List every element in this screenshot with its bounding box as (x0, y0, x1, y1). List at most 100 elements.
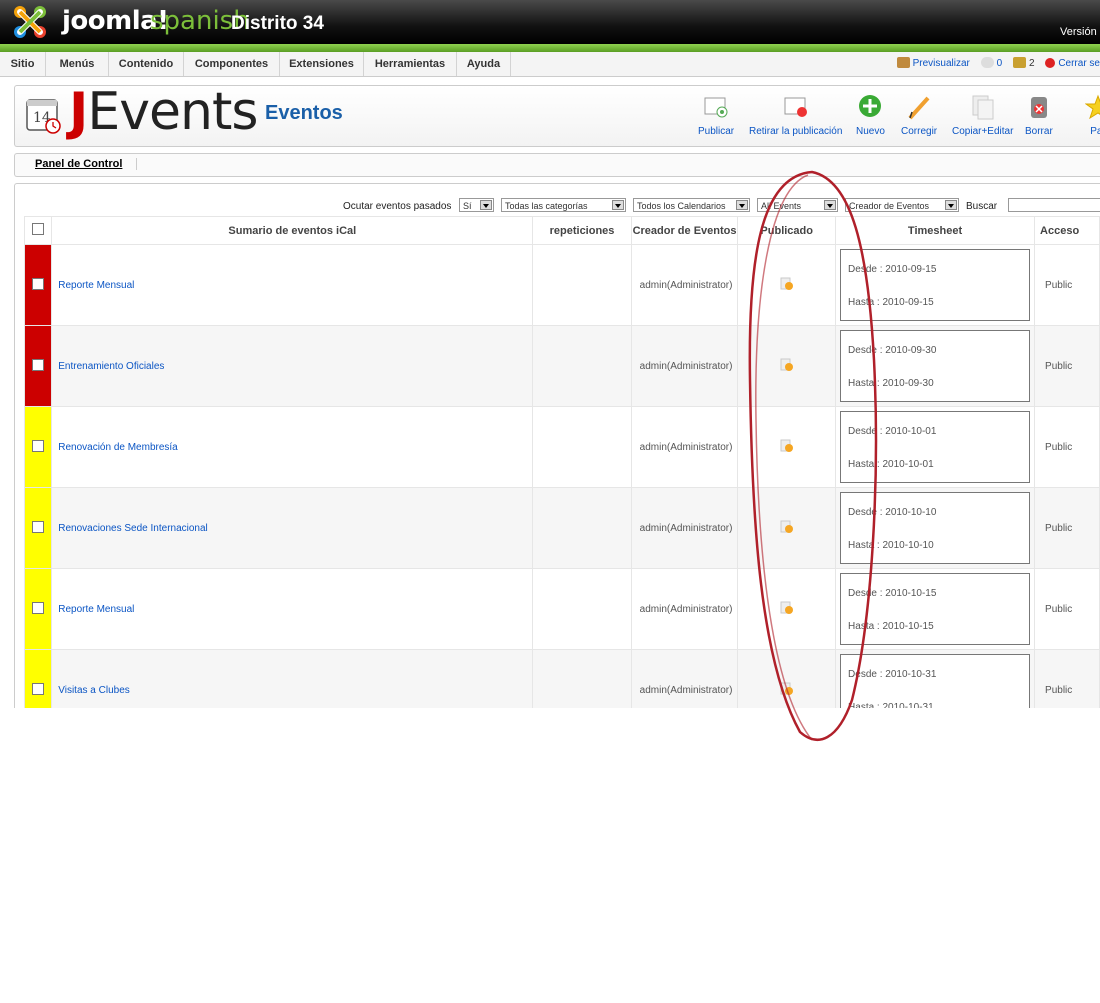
menu-site[interactable]: Sitio (0, 52, 46, 76)
table-row: Reporte Mensual admin(Administrator) Des… (23, 568, 1100, 650)
category-select[interactable]: Todas las categorías (501, 198, 626, 212)
col-repeats[interactable]: repeticiones (532, 216, 632, 245)
menu-menus[interactable]: Menús (46, 52, 109, 76)
access-cell[interactable]: Public (1034, 325, 1100, 407)
sub-navigation: Panel de Control (14, 153, 1100, 177)
menu-components[interactable]: Componentes (184, 52, 280, 76)
timesheet-cell: Desde : 2010-09-30 Hasta : 2010-09-30 (835, 325, 1036, 407)
row-checkbox[interactable] (32, 358, 45, 371)
creator-select[interactable]: Creador de Eventos (845, 198, 959, 212)
col-timesheet[interactable]: Timesheet (835, 216, 1036, 245)
published-cell (737, 244, 837, 326)
filter-bar: Ocutar eventos pasados Sí Todas las cate… (0, 198, 1100, 216)
timesheet-cell: Desde : 2010-10-10 Hasta : 2010-10-10 (835, 487, 1036, 569)
table-row: Reporte Mensual admin(Administrator) Des… (23, 244, 1100, 326)
col-access[interactable]: Acceso (1034, 216, 1100, 245)
control-panel-link[interactable]: Panel de Control (35, 158, 138, 170)
timesheet-from: Desde : 2010-10-01 (848, 426, 937, 437)
access-cell[interactable]: Public (1034, 568, 1100, 650)
published-cell (737, 406, 837, 488)
unpublished-status-icon[interactable] (780, 520, 794, 534)
col-published[interactable]: Publicado (737, 216, 837, 245)
menu-tools[interactable]: Herramientas (364, 52, 457, 76)
menu-content[interactable]: Contenido (109, 52, 184, 76)
unpublished-status-icon[interactable] (780, 439, 794, 453)
plus-icon (857, 94, 883, 120)
repeats-cell (532, 487, 632, 569)
event-title-link[interactable]: Visitas a Clubes (51, 649, 534, 708)
unpublish-icon (783, 94, 809, 120)
messages-link[interactable]: 0 (980, 52, 1002, 76)
delete-button[interactable]: Borrar (1025, 94, 1053, 137)
event-title-link[interactable]: Renovaciones Sede Internacional (51, 487, 534, 569)
event-title-link[interactable]: Renovación de Membresía (51, 406, 534, 488)
row-checkbox[interactable] (32, 601, 45, 614)
event-title-link[interactable]: Reporte Mensual (51, 568, 534, 650)
access-cell[interactable]: Public (1034, 244, 1100, 326)
chevron-down-icon (824, 200, 836, 210)
new-button[interactable]: Nuevo (856, 94, 885, 137)
row-checkbox[interactable] (32, 439, 45, 452)
event-title-link[interactable]: Entrenamiento Oficiales (51, 325, 534, 407)
repeats-cell (532, 406, 632, 488)
creator-cell: admin(Administrator) (630, 406, 739, 488)
publish-button[interactable]: Publicar (698, 94, 734, 137)
hide-past-label: Ocutar eventos pasados (343, 201, 452, 212)
copy-edit-button[interactable]: Copiar+Editar (952, 94, 1013, 137)
table-row: Visitas a Clubes admin(Administrator) De… (23, 649, 1100, 708)
hide-past-select[interactable]: Sí (459, 198, 494, 212)
timesheet-from: Desde : 2010-09-15 (848, 264, 937, 275)
unpublished-status-icon[interactable] (780, 358, 794, 372)
select-all-checkbox[interactable] (32, 223, 45, 235)
preview-link[interactable]: Previsualizar (896, 52, 970, 76)
row-checkbox[interactable] (32, 682, 45, 695)
access-cell[interactable]: Public (1034, 487, 1100, 569)
admin-header: joomla! spanish Distrito 34 Versión (0, 0, 1100, 44)
col-summary[interactable]: Sumario de eventos iCal (51, 216, 534, 245)
timesheet-from: Desde : 2010-10-15 (848, 588, 937, 599)
pencil-icon (906, 94, 932, 120)
chevron-down-icon (736, 200, 748, 210)
published-cell (737, 325, 837, 407)
table-row: Entrenamiento Oficiales admin(Administra… (23, 325, 1100, 407)
unpublished-status-icon[interactable] (780, 277, 794, 291)
creator-cell: admin(Administrator) (630, 568, 739, 650)
edit-button[interactable]: Corregir (901, 94, 937, 137)
online-users[interactable]: 2 (1012, 52, 1035, 76)
unpublished-status-icon[interactable] (780, 601, 794, 615)
component-toolbar: 14 JEvents Eventos Publicar Retirar la p… (14, 82, 1100, 147)
timesheet-box: Desde : 2010-10-01 Hasta : 2010-10-01 (840, 411, 1031, 483)
menu-extensions[interactable]: Extensiones (280, 52, 364, 76)
timesheet-box: Desde : 2010-09-15 Hasta : 2010-09-15 (840, 249, 1031, 321)
access-cell[interactable]: Public (1034, 649, 1100, 708)
creator-cell: admin(Administrator) (630, 649, 739, 708)
event-title-link[interactable]: Reporte Mensual (51, 244, 534, 326)
calendar-select[interactable]: Todos los Calendarios (633, 198, 750, 212)
col-creator[interactable]: Creador de Eventos (630, 216, 739, 245)
messages-icon (980, 57, 994, 68)
timesheet-cell: Desde : 2010-10-01 Hasta : 2010-10-01 (835, 406, 1036, 488)
calendar-color-cell (23, 487, 53, 569)
logout-link[interactable]: Cerrar se (1045, 52, 1100, 76)
timesheet-to: Hasta : 2010-10-15 (848, 621, 934, 632)
select-all-cell (23, 216, 53, 245)
search-input[interactable] (1008, 198, 1100, 212)
page-title: Eventos (265, 102, 343, 124)
unpublish-button[interactable]: Retirar la publicación (749, 94, 842, 137)
timesheet-box: Desde : 2010-09-30 Hasta : 2010-09-30 (840, 330, 1031, 402)
creator-cell: admin(Administrator) (630, 487, 739, 569)
events-select[interactable]: All Events (757, 198, 838, 212)
timesheet-to: Hasta : 2010-10-31 (848, 702, 934, 708)
unpublished-status-icon[interactable] (780, 682, 794, 696)
timesheet-to: Hasta : 2010-10-01 (848, 459, 934, 470)
table-row: Renovación de Membresía admin(Administra… (23, 406, 1100, 488)
header-accent-bar (0, 44, 1100, 52)
parameters-button[interactable]: Par (1084, 94, 1100, 137)
table-header-row: Sumario de eventos iCal repeticiones Cre… (23, 216, 1100, 245)
row-checkbox[interactable] (32, 520, 45, 533)
row-checkbox[interactable] (32, 277, 45, 290)
creator-cell: admin(Administrator) (630, 244, 739, 326)
timesheet-from: Desde : 2010-10-10 (848, 507, 937, 518)
access-cell[interactable]: Public (1034, 406, 1100, 488)
menu-help[interactable]: Ayuda (457, 52, 511, 76)
